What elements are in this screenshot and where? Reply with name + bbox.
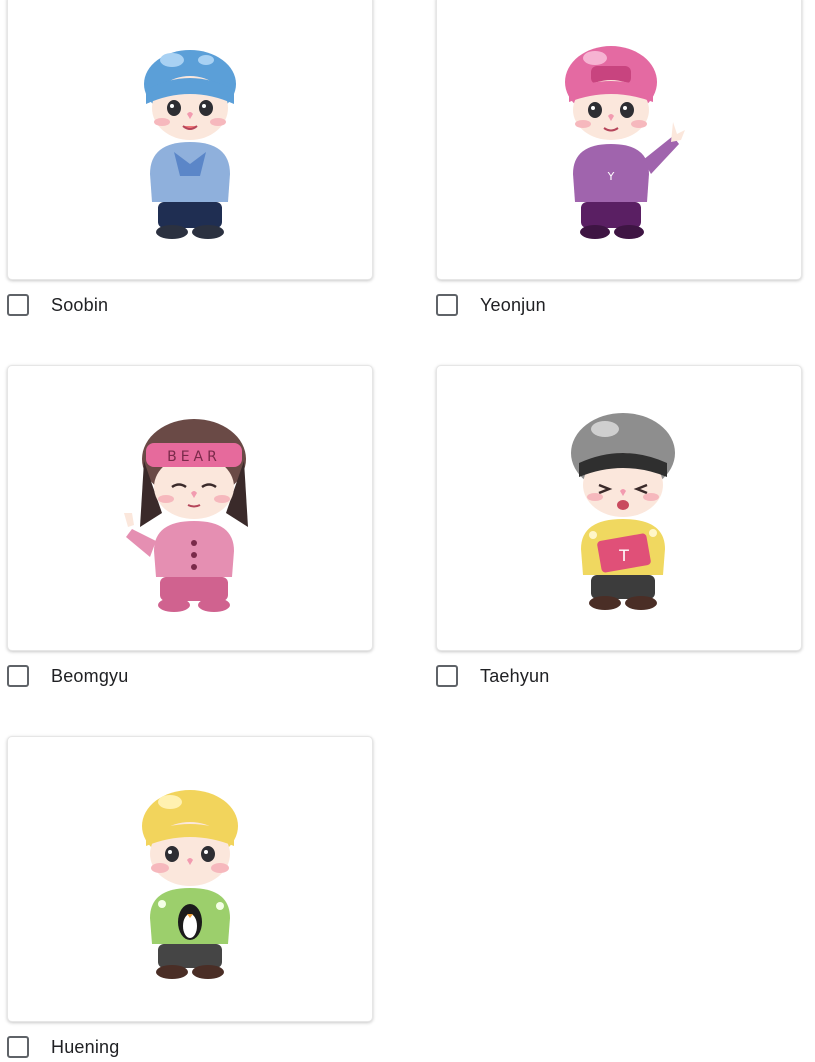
option-taehyun[interactable]: T Taehyun: [436, 365, 804, 687]
option-checkbox-row[interactable]: Taehyun: [436, 661, 736, 691]
chibi-pink-hair-icon: Y: [565, 46, 685, 239]
option-checkbox-row[interactable]: Beomgyu: [7, 661, 307, 691]
chibi-blonde-hair-icon: [142, 790, 238, 979]
option-image-card[interactable]: BEAR: [7, 365, 373, 651]
option-label: Taehyun: [480, 665, 550, 686]
option-label: Soobin: [51, 294, 109, 315]
option-image-card[interactable]: Y: [436, 0, 802, 280]
option-checkbox-row[interactable]: Soobin: [7, 290, 307, 320]
option-yeonjun[interactable]: Y Yeonjun: [436, 0, 804, 316]
option-image-card[interactable]: [7, 0, 373, 280]
option-label: Beomgyu: [51, 665, 129, 686]
option-huening[interactable]: Huening: [7, 736, 375, 1058]
chibi-silver-hair-icon: T: [571, 413, 675, 610]
option-checkbox-row[interactable]: Yeonjun: [436, 290, 736, 320]
checkbox[interactable]: [7, 294, 29, 316]
checkbox[interactable]: [436, 665, 458, 687]
option-image-card[interactable]: T: [436, 365, 802, 651]
sleep-mask-text: BEAR: [167, 449, 221, 465]
option-soobin[interactable]: Soobin: [7, 0, 375, 316]
option-label: Huening: [51, 1036, 120, 1057]
option-beomgyu[interactable]: BEAR Beomgyu: [7, 365, 375, 687]
option-image-card[interactable]: [7, 736, 373, 1022]
checkbox[interactable]: [436, 294, 458, 316]
option-label: Yeonjun: [480, 294, 546, 315]
chibi-brown-hair-icon: BEAR: [124, 419, 248, 612]
checkbox[interactable]: [7, 665, 29, 687]
checkbox[interactable]: [7, 1036, 29, 1058]
option-checkbox-row[interactable]: Huening: [7, 1032, 307, 1062]
svg-text:Y: Y: [607, 170, 615, 183]
chibi-blue-hair-icon: [144, 50, 236, 239]
pillow-text: T: [618, 546, 629, 565]
